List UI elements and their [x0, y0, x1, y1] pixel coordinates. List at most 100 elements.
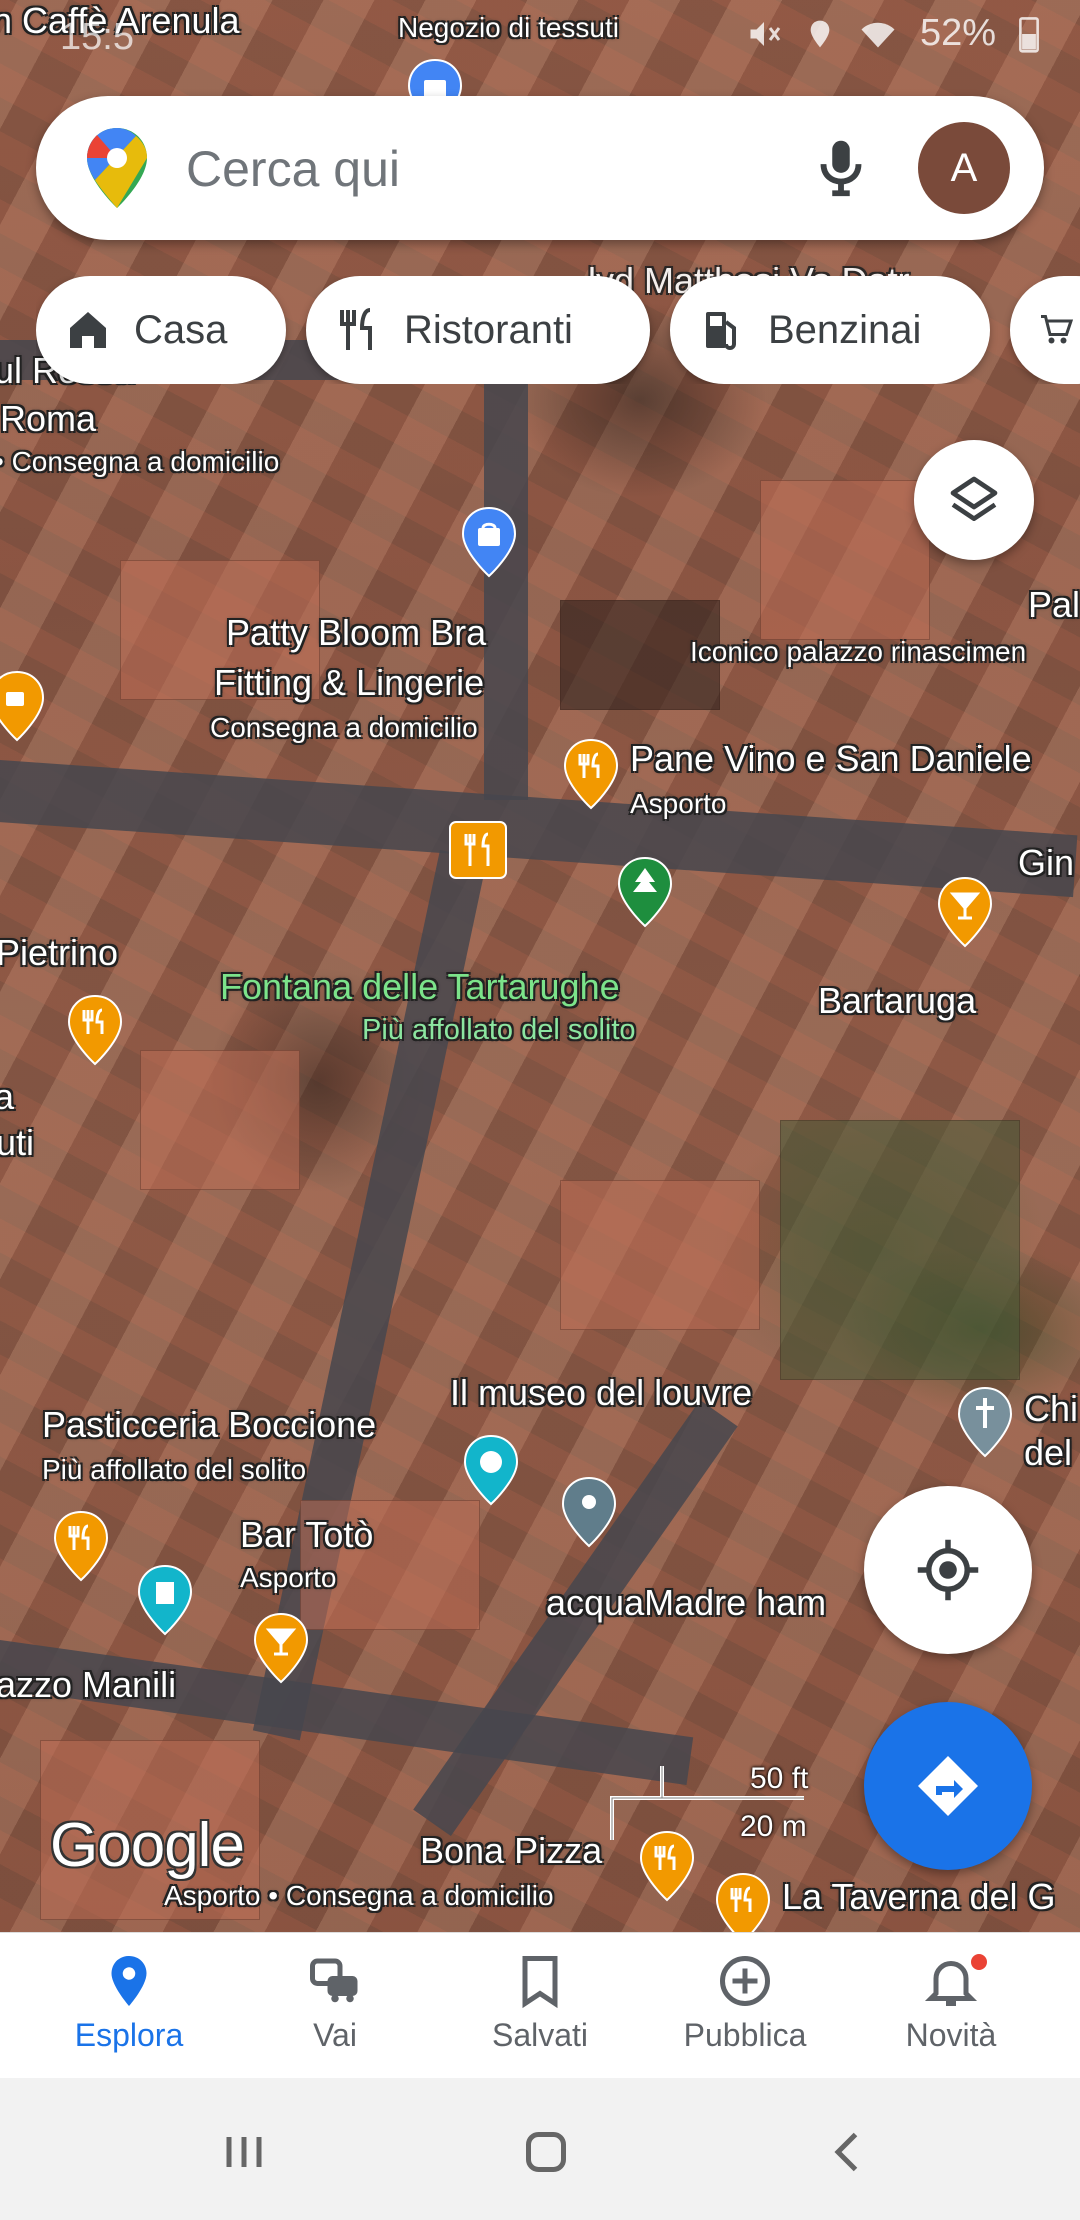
bookmark-icon [522, 1956, 558, 2009]
poi-label[interactable]: acquaMadre ham [546, 1582, 826, 1623]
search-bar[interactable]: Cerca qui A [36, 96, 1044, 240]
restaurant-pin-icon[interactable] [714, 1872, 772, 1932]
nav-go[interactable]: Vai [232, 1933, 438, 2079]
poi-sublabel: Consegna a domicilio [210, 712, 478, 743]
poi-label[interactable]: La Taverna del G [782, 1876, 1056, 1917]
status-bar: 15:5 52% [0, 0, 1080, 70]
mute-icon [750, 21, 781, 46]
nav-label: Novità [905, 2017, 997, 2053]
home-icon [70, 312, 106, 348]
poi-sublabel: Asporto • Consegna a domicilio [164, 1880, 554, 1911]
search-input[interactable]: Cerca qui [186, 140, 400, 198]
poi-label[interactable]: Pietrino [0, 932, 118, 973]
status-icons: 52% [746, 12, 1040, 55]
account-avatar[interactable]: A [918, 122, 1010, 214]
chip-shopping[interactable] [1010, 276, 1080, 384]
church-pin-icon[interactable] [956, 1386, 1014, 1458]
restaurant-pin-icon[interactable] [52, 1510, 110, 1582]
shopping-pin-icon[interactable] [460, 506, 518, 578]
poi-label[interactable]: Pane Vino e San Daniele [630, 738, 1032, 779]
chip-home[interactable]: Casa [36, 276, 286, 384]
wifi-icon [861, 22, 895, 47]
building [560, 1180, 760, 1330]
poi-label[interactable]: Fitting & Lingerie [214, 662, 484, 703]
poi-sublabel: Più affollato del solito [42, 1454, 307, 1485]
category-chips: Casa Ristoranti Benzinai [36, 276, 1080, 384]
road [484, 380, 528, 800]
poi-label[interactable]: Pasticceria Boccione [42, 1404, 376, 1445]
poi-label[interactable]: Patty Bloom Bra [226, 612, 486, 653]
restaurant-icon [340, 308, 372, 350]
nav-label: Salvati [491, 2017, 589, 2053]
home-button-icon[interactable] [516, 2122, 576, 2182]
poi-label[interactable]: Bona Pizza [420, 1830, 602, 1871]
poi-sublabel: • Consegna a domicilio [0, 446, 280, 477]
commute-icon [310, 1958, 358, 2003]
cafe-pin-icon[interactable] [0, 670, 46, 742]
chip-gas-stations[interactable]: Benzinai [670, 276, 990, 384]
nav-label: Vai [313, 2017, 357, 2053]
building [140, 1050, 300, 1190]
nav-label: Esplora [74, 2017, 184, 2053]
landmark-pin-icon[interactable] [136, 1564, 194, 1636]
poi-sublabel: Asporto [240, 1562, 337, 1593]
road [0, 760, 1078, 898]
status-clock: 15:5 [60, 16, 134, 58]
place-pin-icon[interactable] [560, 1476, 618, 1548]
recent-apps-icon[interactable] [214, 2122, 274, 2182]
notification-badge [968, 1951, 990, 1973]
poi-label[interactable]: Il museo del louvre [450, 1372, 752, 1413]
building [760, 480, 930, 640]
restaurant-pin-icon[interactable] [66, 994, 124, 1066]
museum-pin-icon[interactable] [462, 1434, 520, 1506]
scale-feet-label: 50 ft [750, 1762, 809, 1795]
poi-label[interactable]: Pal [1028, 584, 1080, 625]
building [780, 1120, 1020, 1380]
nav-updates[interactable]: Novità [848, 1933, 1054, 2079]
bar-pin-icon[interactable] [936, 876, 994, 948]
poi-label[interactable]: uti [0, 1122, 34, 1163]
poi-label[interactable]: Iconico palazzo rinascimen [690, 636, 1026, 668]
map-scale: 50 ft 20 m [610, 1762, 820, 1843]
poi-label[interactable]: del [1024, 1432, 1072, 1473]
nav-contribute[interactable]: Pubblica [642, 1933, 848, 2079]
bar-pin-icon[interactable] [252, 1612, 310, 1684]
my-location-button[interactable] [864, 1486, 1032, 1654]
layers-icon [950, 476, 998, 521]
google-watermark: Google [50, 1811, 245, 1880]
shopping-cart-icon [1041, 315, 1074, 344]
layers-button[interactable] [914, 440, 1034, 560]
scale-meters-label: 20 m [740, 1810, 807, 1843]
poi-label[interactable]: Roma [0, 398, 96, 439]
poi-label[interactable]: Bar Totò [240, 1514, 373, 1555]
poi-sublabel: Più affollato del solito [362, 1014, 636, 1046]
poi-label[interactable]: a [0, 1076, 14, 1117]
microphone-icon[interactable] [806, 132, 876, 202]
battery-icon [1019, 16, 1039, 53]
poi-label[interactable]: Bartaruga [818, 980, 976, 1021]
poi-sublabel: Asporto [630, 788, 727, 819]
google-maps-logo-icon [87, 128, 147, 208]
poi-label[interactable]: azzo Manili [0, 1664, 176, 1705]
chip-label: Benzinai [768, 307, 922, 352]
chip-label: Casa [134, 307, 228, 352]
add-circle-icon [720, 1956, 770, 2006]
chip-label: Ristoranti [404, 307, 573, 352]
poi-label[interactable]: Gin [1018, 842, 1074, 883]
nav-explore[interactable]: Esplora [26, 1933, 232, 2079]
directions-icon [918, 1756, 978, 1816]
bottom-navigation: Esplora Vai Salvati Pubblica Novità [0, 1932, 1080, 2078]
restaurant-square-icon[interactable] [448, 820, 508, 880]
nav-saved[interactable]: Salvati [437, 1933, 643, 2079]
chip-restaurants[interactable]: Ristoranti [306, 276, 650, 384]
back-icon[interactable] [818, 2122, 878, 2182]
restaurant-pin-icon[interactable] [562, 738, 620, 810]
location-icon [810, 20, 830, 47]
park-pin-icon[interactable] [616, 856, 674, 928]
explore-pin-icon [111, 1956, 147, 2006]
directions-button[interactable] [864, 1702, 1032, 1870]
nav-label: Pubblica [683, 2017, 807, 2053]
poi-label-park[interactable]: Fontana delle Tartarughe [220, 966, 620, 1007]
poi-label[interactable]: Chi [1024, 1388, 1078, 1429]
crosshair-icon [917, 1539, 979, 1601]
